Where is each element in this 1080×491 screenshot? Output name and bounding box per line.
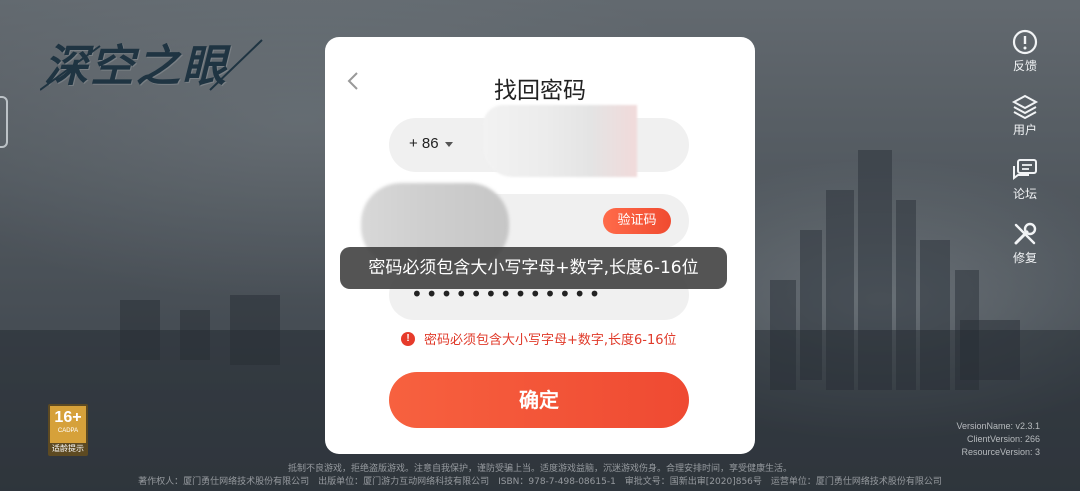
menu-label-feedback: 反馈 (1012, 59, 1037, 73)
age-rating-org: CADPA (57, 428, 79, 434)
resource-version: ResourceVersion: 3 (961, 447, 1040, 457)
dialog-title: 找回密码 (494, 78, 586, 104)
client-version: ClientVersion: 266 (966, 434, 1040, 444)
menu-item-feedback[interactable]: 反馈 (1010, 28, 1040, 74)
alert-circle-icon (1012, 29, 1038, 55)
menu-item-repair[interactable]: 修复 (1010, 220, 1040, 266)
password-error-text: 密码必须包含大小写字母+数字,长度6-16位 (424, 333, 677, 348)
age-rating-badge: 16+ CADPA 适龄提示 (48, 404, 88, 456)
country-code-selector[interactable]: + 86 (409, 135, 453, 152)
age-rating-tip: 适龄提示 (50, 443, 86, 454)
footer-health-notice: 抵制不良游戏，拒绝盗版游戏。注意自我保护，谨防受骗上当。适度游戏益脑，沉迷游戏伤… (287, 464, 792, 474)
logo-slash-decoration (40, 39, 263, 91)
version-name: VersionName: v2.3.1 (956, 421, 1040, 431)
phone-number-redaction (483, 105, 637, 177)
wrench-icon (1014, 222, 1037, 245)
layers-icon (1011, 94, 1039, 120)
menu-item-user[interactable]: 用户 (1010, 92, 1040, 138)
password-error-message: ! 密码必须包含大小写字母+数字,长度6-16位 (401, 329, 677, 348)
chat-icon (1013, 159, 1037, 180)
menu-label-forum: 论坛 (1012, 187, 1037, 201)
version-info: VersionName: v2.3.1 ClientVersion: 266 R… (956, 420, 1040, 459)
footer-copyright: 著作权人：厦门勇仕网络技术股份有限公司 出版单位：厦门游力互动网络科技有限公司 … (138, 477, 942, 487)
error-icon: ! (401, 331, 415, 346)
menu-item-forum[interactable]: 论坛 (1010, 156, 1040, 202)
country-code-label: + 86 (409, 135, 439, 152)
toast-message: 密码必须包含大小写字母+数字,长度6-16位 (340, 247, 727, 289)
caret-down-icon (444, 141, 453, 147)
confirm-button[interactable]: 确定 (389, 372, 689, 428)
age-rating-number: 16+ (54, 409, 82, 426)
menu-label-repair: 修复 (1012, 251, 1037, 265)
get-verification-code-button[interactable]: 验证码 (603, 208, 671, 234)
right-side-menu: 反馈 用户 论坛 修复 (1010, 28, 1040, 284)
menu-label-user: 用户 (1012, 123, 1037, 137)
side-drawer-handle[interactable] (0, 96, 8, 148)
phone-field[interactable]: + 86 (389, 105, 689, 177)
